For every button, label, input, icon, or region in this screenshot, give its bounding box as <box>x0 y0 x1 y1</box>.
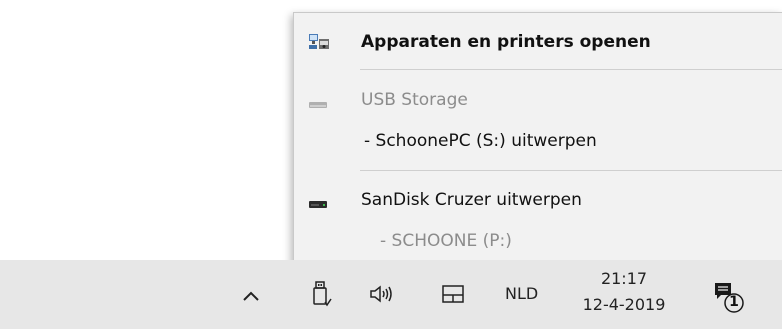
keyboard-icon[interactable] <box>442 285 464 307</box>
menu-separator <box>360 170 782 171</box>
clock[interactable]: 21:17 12-4-2019 <box>578 266 670 318</box>
speaker-icon[interactable] <box>369 284 397 308</box>
clock-time: 21:17 <box>600 269 648 288</box>
menu-item-label: SanDisk Cruzer uitwerpen <box>361 190 582 210</box>
devices-printers-icon <box>308 31 330 56</box>
menu-header-usb-storage: USB Storage <box>294 85 782 115</box>
menu-item-label: USB Storage <box>361 90 468 110</box>
menu-item-open-devices-printers[interactable]: Apparaten en printers openen <box>294 27 782 57</box>
menu-item-label: Apparaten en printers openen <box>361 32 651 52</box>
menu-item-label: - SCHOONE (P:) <box>380 231 512 251</box>
menu-subitem-schoone: - SCHOONE (P:) <box>294 226 782 256</box>
usb-safely-remove-icon[interactable] <box>310 280 332 312</box>
clock-date: 12-4-2019 <box>582 295 666 314</box>
language-indicator[interactable]: NLD <box>505 284 538 303</box>
taskbar: NLD 21:17 12-4-2019 1 <box>0 260 782 329</box>
menu-item-eject-schoonepc[interactable]: - SchoonePC (S:) uitwerpen <box>294 126 782 156</box>
drive-icon <box>308 195 330 215</box>
menu-item-label: - SchoonePC (S:) uitwerpen <box>364 131 597 151</box>
menu-separator <box>360 69 782 70</box>
notification-count-badge: 1 <box>729 294 739 310</box>
drive-icon <box>308 95 330 115</box>
safely-remove-hardware-menu: Apparaten en printers openen USB Storage… <box>293 12 782 266</box>
menu-item-eject-sandisk[interactable]: SanDisk Cruzer uitwerpen <box>294 185 782 215</box>
chevron-up-icon[interactable] <box>242 287 260 306</box>
